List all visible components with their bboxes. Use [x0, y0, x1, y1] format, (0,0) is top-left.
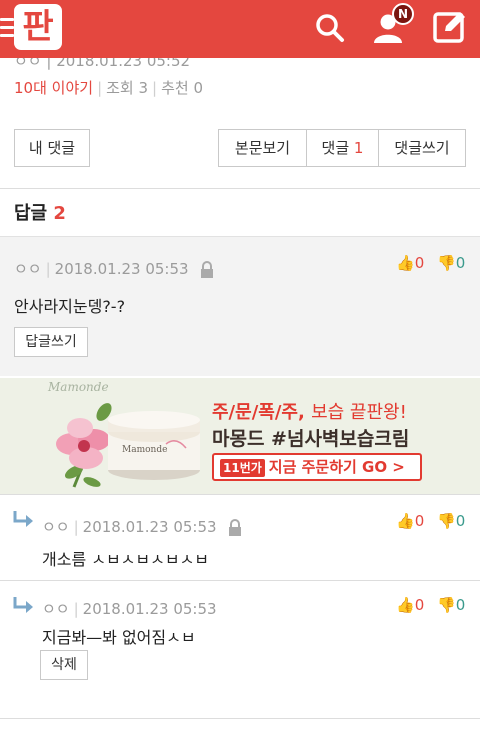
top-header: 판 N: [0, 0, 480, 58]
reply2-downvote[interactable]: 👎0: [437, 596, 465, 614]
ad-banner[interactable]: Mamonde Mamonde 주/문/폭/주, 보습 끝판왕! 마몽드 #넘사…: [0, 378, 480, 494]
reply-write-button[interactable]: 답글쓰기: [14, 327, 88, 357]
comments-label: 댓글: [321, 139, 350, 157]
search-icon[interactable]: [312, 10, 348, 46]
post-meta: 10대 이야기 | 조회 3 | 추천 0: [14, 79, 204, 97]
logo-text: 판: [22, 7, 54, 47]
ad-cta-button[interactable]: 11번가 지금 주문하기 GO >: [212, 453, 422, 481]
write-icon[interactable]: [432, 9, 468, 45]
reply1-upvote[interactable]: 👍0: [396, 512, 424, 530]
notification-badge: N: [392, 3, 414, 25]
reply-arrow-icon: [13, 511, 33, 527]
post-views: 조회 3: [106, 79, 149, 97]
post-category[interactable]: 10대 이야기: [14, 79, 93, 97]
ad-cta-text: 지금 주문하기 GO >: [268, 458, 405, 476]
divider: [0, 718, 480, 719]
comment-downvote[interactable]: 👎0: [437, 254, 465, 272]
comments-button[interactable]: 댓글 1: [307, 130, 379, 166]
divider: [0, 188, 480, 189]
divider: [0, 580, 480, 581]
ad-subheadline: 마몽드 #넘사벽보습크림: [212, 428, 410, 450]
reply-arrow-icon: [13, 597, 33, 613]
comment-meta: ㅇㅇ | 2018.01.23 05:53: [14, 258, 215, 279]
lock-icon: [201, 260, 214, 278]
ad-product-image: Mamonde: [56, 403, 200, 488]
replies-title: 답글 2: [14, 203, 66, 224]
menu-icon[interactable]: [0, 18, 14, 38]
reply1-votes: 👍0 👎0: [396, 512, 465, 530]
comment-text: 안사라지눈뎅?-?: [14, 297, 126, 316]
reply2-upvote[interactable]: 👍0: [396, 596, 424, 614]
divider: [0, 494, 480, 495]
delete-button[interactable]: 삭제: [40, 650, 88, 680]
post-action-group: 본문보기 댓글 1 댓글쓰기: [218, 129, 466, 167]
my-comments-button[interactable]: 내 댓글: [14, 129, 90, 167]
lock-icon: [229, 518, 242, 536]
post-meta-top: ㅇㅇ | 2018.01.23 05:52: [14, 58, 191, 70]
replies-count: 2: [53, 203, 66, 224]
ad-tag: 11번가: [220, 459, 265, 477]
reply2-author: ㅇㅇ: [42, 600, 70, 618]
reply2-date: 2018.01.23 05:53: [82, 600, 217, 618]
reply1-author: ㅇㅇ: [42, 518, 70, 536]
comment-upvote[interactable]: 👍0: [396, 254, 424, 272]
write-comment-button[interactable]: 댓글쓰기: [379, 130, 465, 166]
reply1-text: 개소름 ㅅㅂㅅㅂㅅㅂㅅㅂ: [42, 550, 210, 569]
view-body-button[interactable]: 본문보기: [219, 130, 307, 166]
svg-text:Mamonde: Mamonde: [122, 445, 167, 455]
comment-date: 2018.01.23 05:53: [54, 260, 189, 278]
reply2-votes: 👍0 👎0: [396, 596, 465, 614]
reply1-downvote[interactable]: 👎0: [437, 512, 465, 530]
comments-count: 1: [353, 139, 364, 157]
reply2-text: 지금봐—봐 없어짐ㅅㅂ: [42, 628, 196, 647]
post-recommends: 추천 0: [161, 79, 204, 97]
reply1-date: 2018.01.23 05:53: [82, 518, 217, 536]
comment-author: ㅇㅇ: [14, 260, 42, 278]
comment-votes: 👍0 👎0: [396, 254, 465, 272]
pann-logo[interactable]: 판: [14, 4, 62, 50]
reply2-meta: ㅇㅇ | 2018.01.23 05:53: [42, 600, 217, 618]
reply1-meta: ㅇㅇ | 2018.01.23 05:53: [42, 516, 243, 537]
ad-headline: 주/문/폭/주, 보습 끝판왕!: [212, 402, 407, 423]
